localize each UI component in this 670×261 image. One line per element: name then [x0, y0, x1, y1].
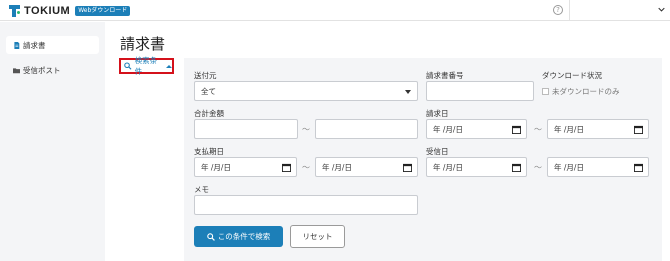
folder-icon [13, 67, 20, 73]
range-separator: 〜 [534, 163, 542, 172]
reset-button[interactable]: リセット [290, 225, 345, 248]
payment-due-label: 支払期日 [194, 147, 224, 156]
undownloaded-only-label[interactable]: 未ダウンロードのみ [552, 86, 620, 97]
page-title: 請求書 [120, 35, 166, 53]
total-amount-label: 合計金額 [194, 109, 224, 118]
search-icon [124, 62, 132, 70]
sidebar-item-invoices[interactable]: 請求書 [6, 36, 99, 54]
undownloaded-only-checkbox[interactable] [542, 88, 549, 95]
search-button[interactable]: この条件で検索 [194, 226, 283, 247]
calendar-icon[interactable] [512, 163, 521, 172]
caret-up-icon [166, 64, 172, 68]
tokium-logo[interactable]: TOKIUM Webダウンロード [9, 4, 131, 17]
memo-input[interactable] [194, 195, 418, 215]
total-amount-from-input[interactable] [194, 119, 298, 139]
range-separator: 〜 [534, 125, 542, 134]
calendar-icon[interactable] [403, 163, 412, 172]
web-download-badge: Webダウンロード [75, 5, 131, 16]
chevron-down-icon[interactable] [658, 6, 665, 13]
payment-due-from-input[interactable]: 年 /月/日 [194, 157, 297, 177]
received-date-to-input[interactable]: 年 /月/日 [547, 157, 649, 177]
calendar-icon[interactable] [634, 163, 643, 172]
app-header: TOKIUM Webダウンロード ? [0, 0, 670, 21]
tokium-logo-icon [9, 4, 20, 17]
download-status-label: ダウンロード状況 [542, 71, 602, 80]
search-icon [206, 232, 215, 241]
invoice-date-from-input[interactable]: 年 /月/日 [426, 119, 527, 139]
search-button-label: この条件で検索 [217, 232, 271, 241]
received-date-from-input[interactable]: 年 /月/日 [426, 157, 527, 177]
sender-select[interactable]: 全て [194, 81, 418, 101]
received-date-label: 受信日 [426, 147, 449, 156]
sender-label: 送付元 [194, 71, 217, 80]
brand-name: TOKIUM [24, 4, 71, 17]
memo-label: メモ [194, 185, 209, 194]
invoice-number-label: 請求書番号 [426, 71, 464, 80]
dropdown-arrow-icon [405, 90, 411, 94]
range-separator: 〜 [302, 163, 310, 172]
search-toggle-label: 検索条件 [134, 56, 158, 76]
search-conditions-toggle[interactable]: 検索条件 [119, 56, 174, 76]
range-separator: 〜 [302, 125, 310, 134]
total-amount-to-input[interactable] [315, 119, 418, 139]
calendar-icon[interactable] [282, 163, 291, 172]
invoice-date-label: 請求日 [426, 109, 449, 118]
date-placeholder: 年 /月/日 [322, 162, 352, 172]
header-divider [569, 0, 570, 21]
calendar-icon[interactable] [512, 125, 521, 134]
date-placeholder: 年 /月/日 [433, 124, 463, 134]
sidebar-item-inbox[interactable]: 受信ポスト [6, 61, 99, 79]
sender-selected-value: 全て [201, 86, 216, 96]
document-icon [14, 41, 20, 49]
sidebar-item-label: 受信ポスト [23, 65, 61, 75]
calendar-icon[interactable] [634, 125, 643, 134]
sidebar: 請求書 受信ポスト [0, 22, 105, 261]
date-placeholder: 年 /月/日 [433, 162, 463, 172]
invoice-number-input[interactable] [426, 81, 534, 101]
date-placeholder: 年 /月/日 [554, 162, 584, 172]
invoice-date-to-input[interactable]: 年 /月/日 [547, 119, 649, 139]
payment-due-to-input[interactable]: 年 /月/日 [315, 157, 418, 177]
date-placeholder: 年 /月/日 [201, 162, 231, 172]
sidebar-item-label: 請求書 [23, 40, 46, 50]
date-placeholder: 年 /月/日 [554, 124, 584, 134]
help-icon[interactable]: ? [553, 5, 563, 15]
